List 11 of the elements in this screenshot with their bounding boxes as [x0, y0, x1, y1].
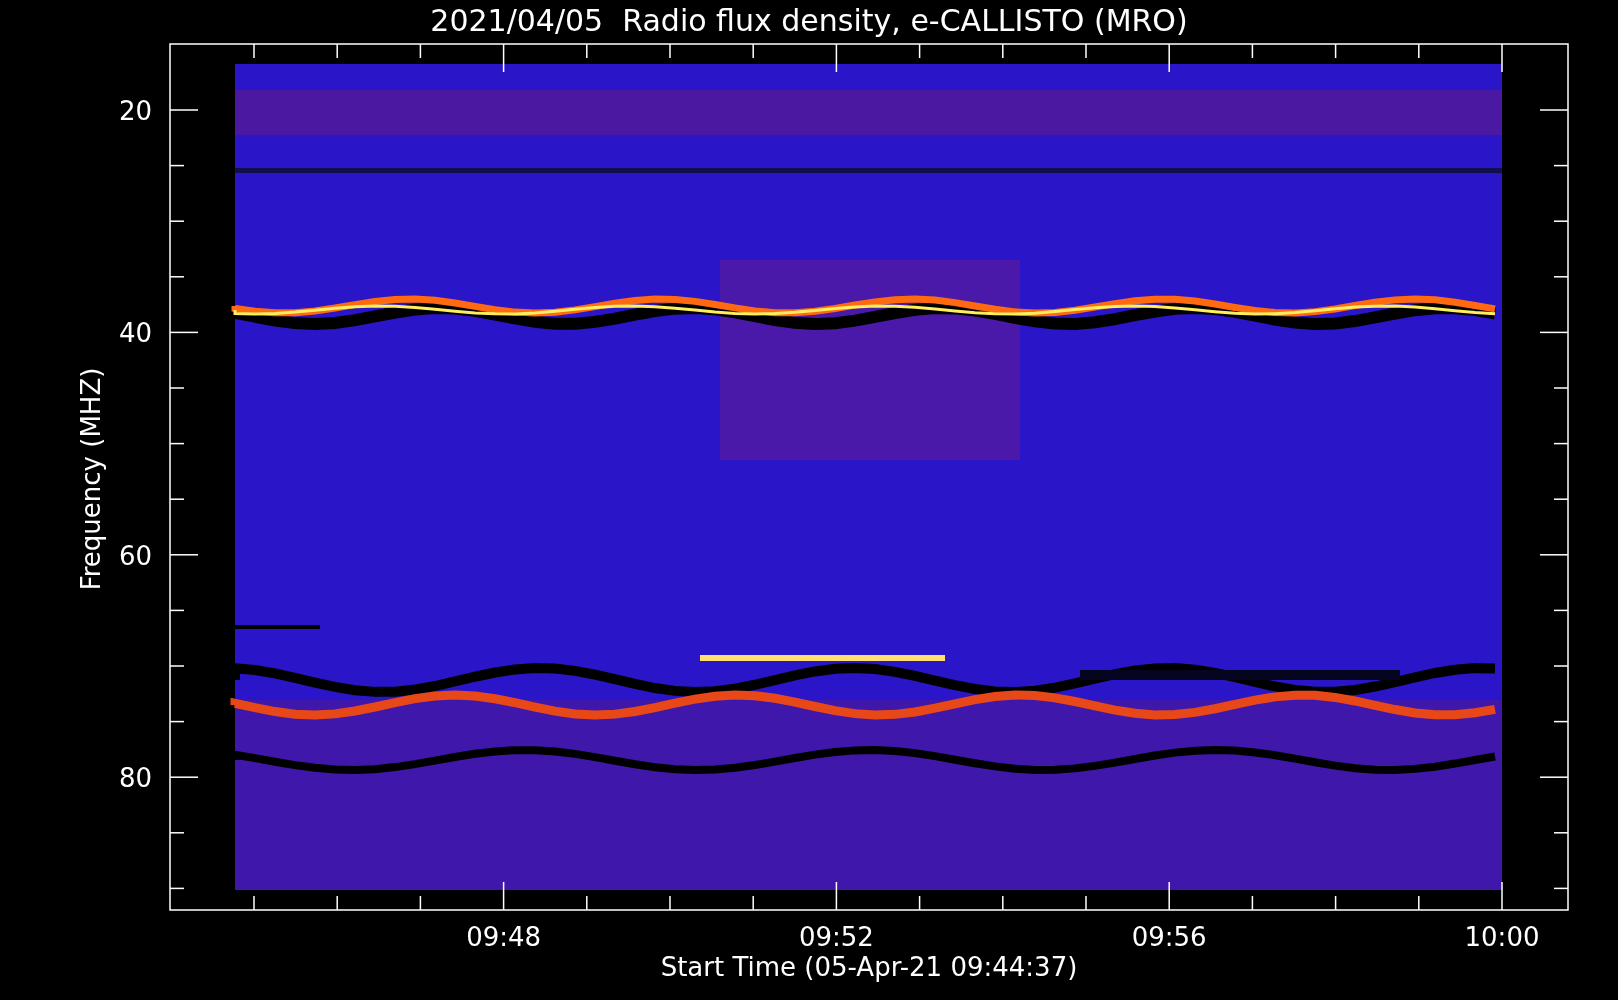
y-tick-label: 60 — [118, 540, 152, 571]
chart-title: 2021/04/05 Radio flux density, e-CALLISTO (MRO) — [430, 3, 1188, 38]
x-tick-label: 09:52 — [798, 922, 874, 952]
y-tick-label: 80 — [118, 763, 152, 794]
y-tick-label: 40 — [118, 318, 152, 349]
x-tick-label: 10:00 — [1464, 922, 1540, 952]
x-axis-label: Start Time (05-Apr-21 09:44:37) — [660, 952, 1078, 982]
x-tick-label: 09:48 — [466, 922, 542, 952]
y-axis-label: Frequency (MHZ) — [76, 367, 106, 591]
x-tick-label: 09:56 — [1131, 922, 1207, 952]
y-tick-label: 20 — [118, 96, 152, 126]
